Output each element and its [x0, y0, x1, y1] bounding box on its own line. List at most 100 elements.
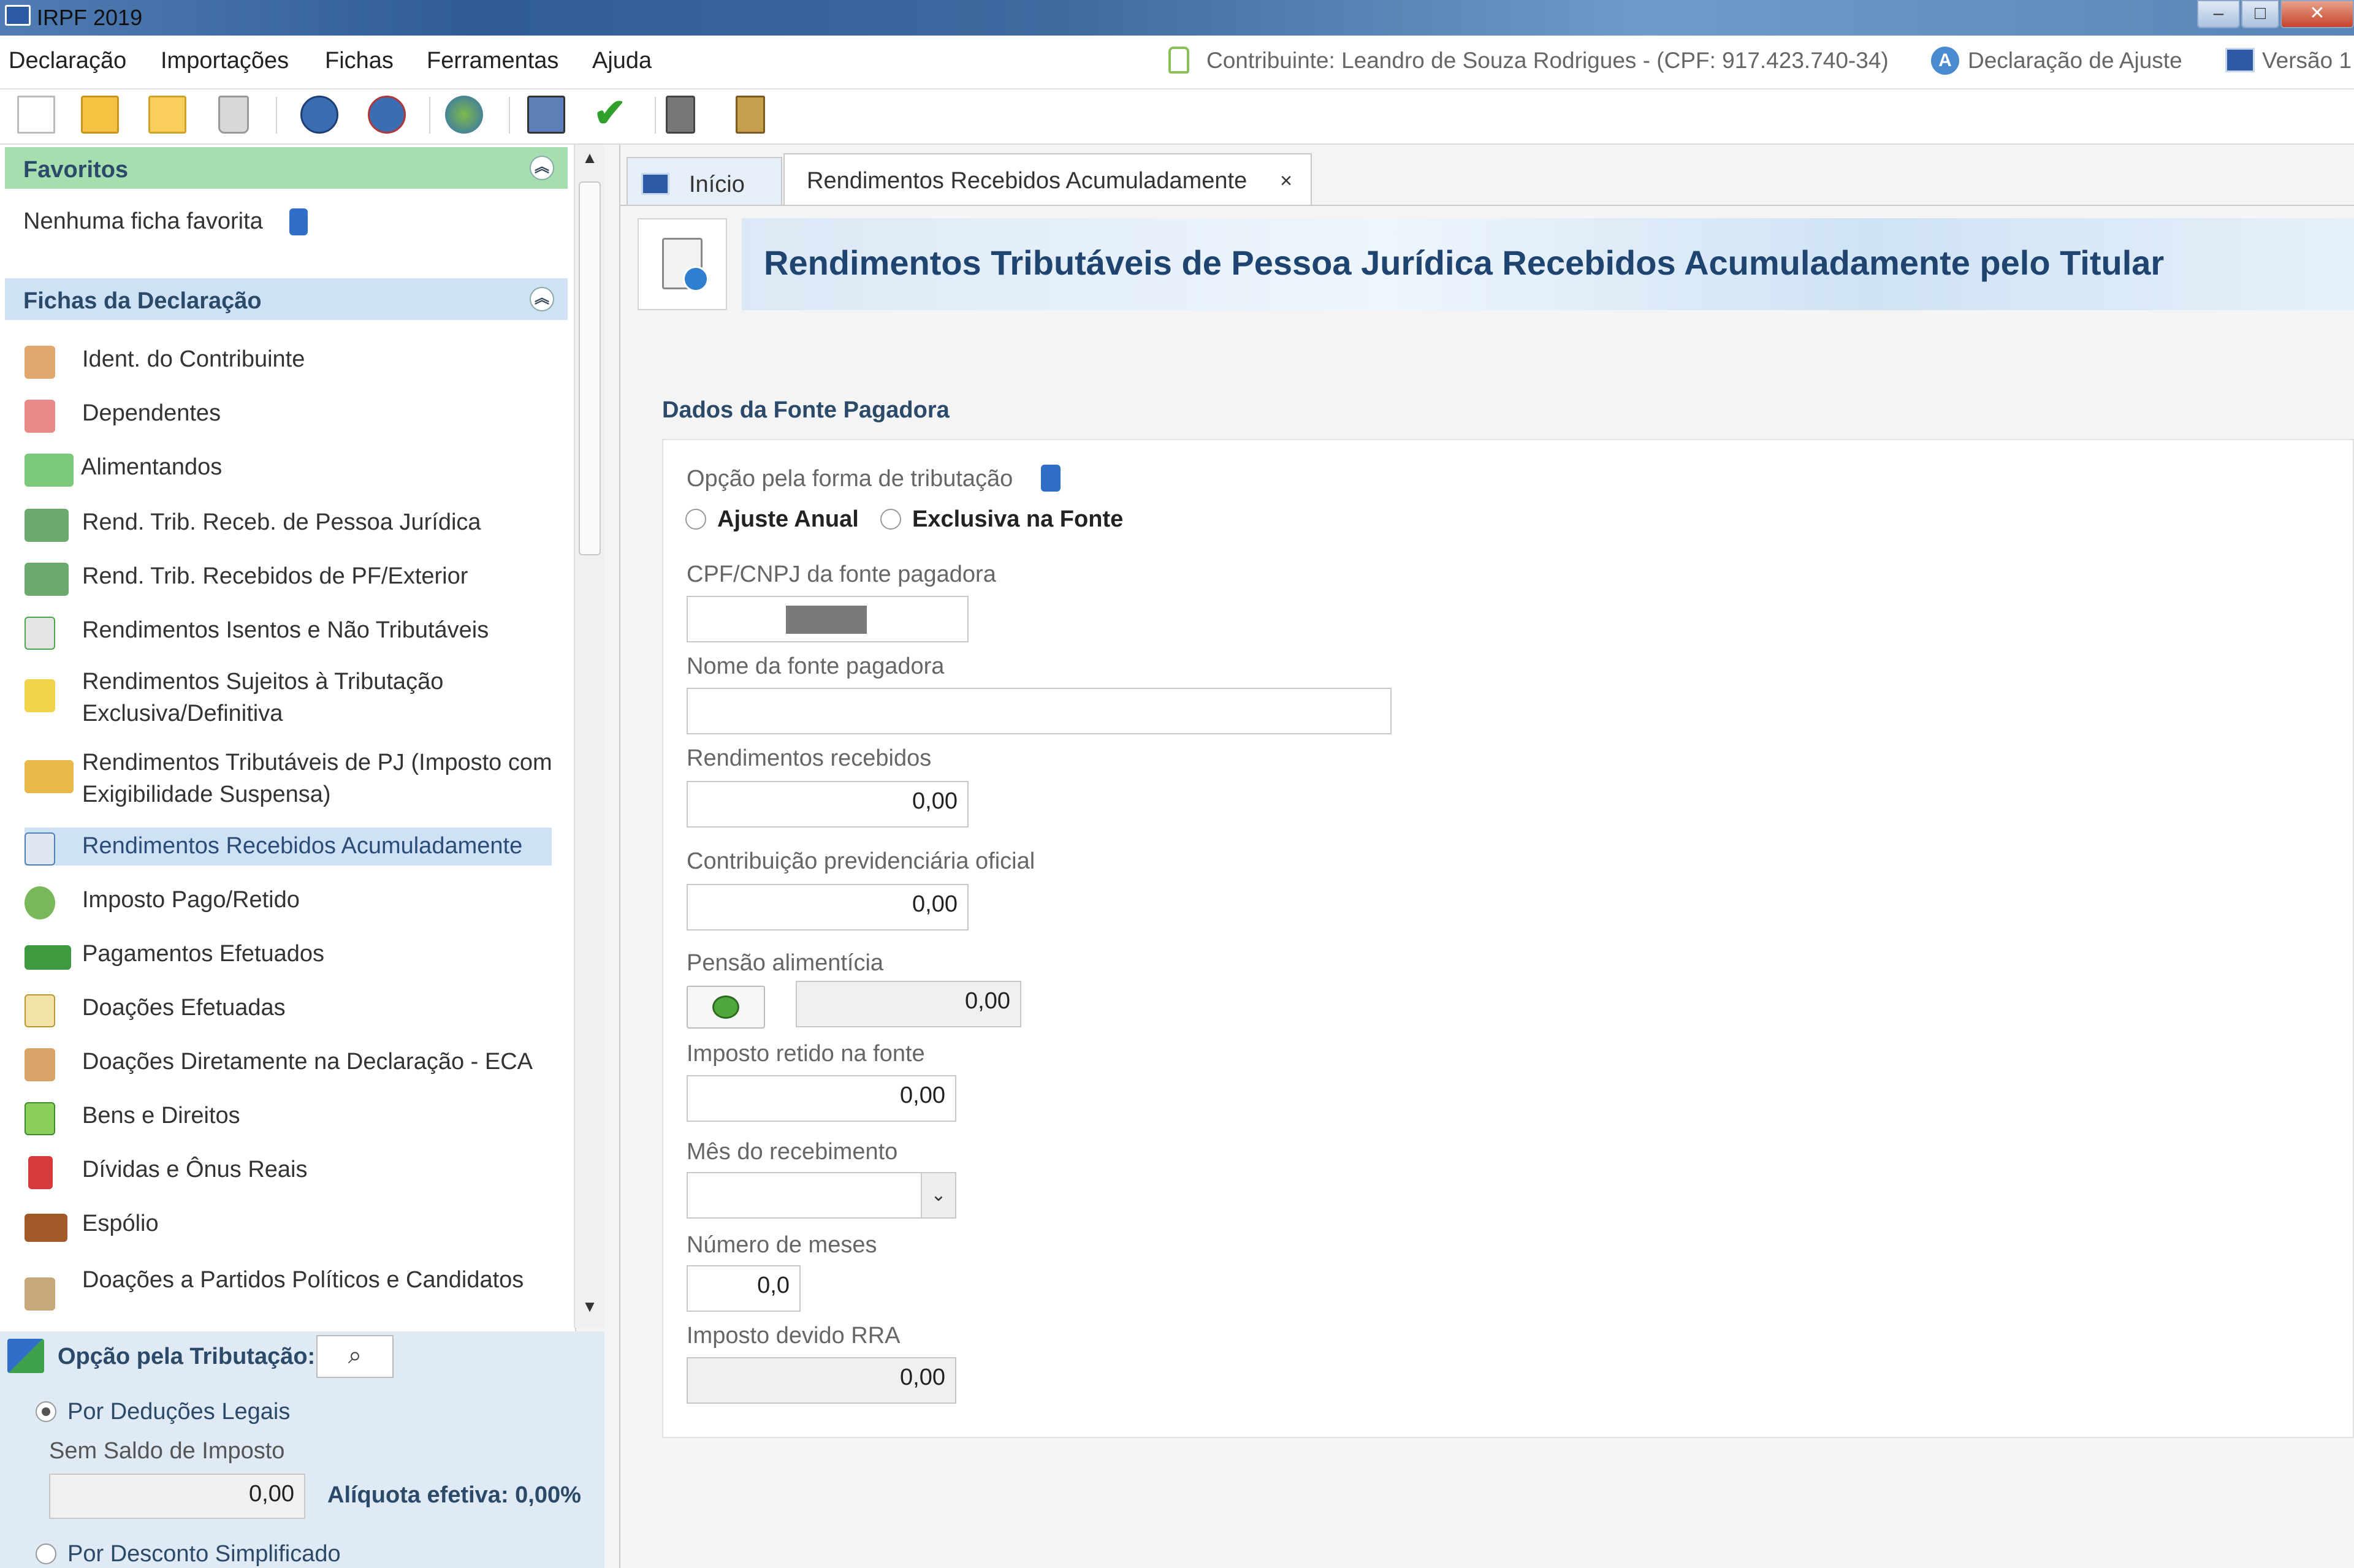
- suspended-tax-icon: [25, 760, 74, 793]
- saldo-imposto-field: 0,00: [49, 1474, 305, 1519]
- toolbar-separator: [655, 97, 656, 134]
- cpf-cnpj-field[interactable]: [687, 596, 969, 642]
- tab-rendimentos-acumuladamente[interactable]: Rendimentos Recebidos Acumuladamente ×: [783, 153, 1312, 206]
- favoritos-header[interactable]: Favoritos ︽: [5, 147, 568, 189]
- scroll-down-icon[interactable]: ▼: [579, 1297, 601, 1319]
- tributacao-title: Opção pela Tributação:: [58, 1344, 316, 1369]
- menu-declaracao[interactable]: Declaração: [9, 48, 126, 74]
- close-tab-icon[interactable]: ×: [1280, 169, 1292, 193]
- toolbar-separator: [276, 97, 277, 134]
- transmit-icon[interactable]: [300, 96, 338, 134]
- aliquota-efetiva: Alíquota efetiva: 0,00%: [327, 1482, 581, 1508]
- check-icon[interactable]: ✔: [593, 93, 631, 134]
- nav-rend-suspensa[interactable]: Rendimentos Tributáveis de PJ (Imposto c…: [25, 747, 552, 815]
- imposto-label: Imposto retido na fonte: [687, 1041, 925, 1067]
- rendimentos-label: Rendimentos recebidos: [687, 745, 932, 771]
- title-bar: IRPF 2019 – □ ✕: [0, 0, 2354, 36]
- rendimentos-field[interactable]: 0,00: [687, 781, 969, 828]
- info-icon[interactable]: [289, 208, 308, 235]
- app-icon: [5, 5, 31, 26]
- splitter[interactable]: [619, 145, 620, 1568]
- contrib-field[interactable]: 0,00: [687, 884, 969, 931]
- estate-icon: [25, 1214, 67, 1242]
- lock-icon: [1168, 47, 1189, 74]
- minimize-button[interactable]: –: [2197, 0, 2240, 28]
- sem-saldo-label: Sem Saldo de Imposto: [49, 1438, 285, 1464]
- radio-ajuste-anual[interactable]: [685, 509, 706, 530]
- person-icon: [25, 346, 55, 379]
- collapse-favoritos-icon[interactable]: ︽: [530, 156, 554, 180]
- contribuinte-info: Contribuinte: Leandro de Souza Rodrigues…: [1206, 48, 1889, 73]
- donations-icon: [25, 994, 55, 1027]
- scroll-up-icon[interactable]: ▲: [579, 148, 601, 170]
- main-area: Início Rendimentos Recebidos Acumuladame…: [619, 145, 2354, 1568]
- imposto-retido-field[interactable]: 0,00: [687, 1075, 956, 1122]
- mes-recebimento-select[interactable]: ⌄: [687, 1172, 956, 1219]
- chevron-down-icon[interactable]: ⌄: [921, 1173, 955, 1217]
- declaracao-type: Declaração de Ajuste: [1968, 48, 2182, 73]
- form-header: Rendimentos Tributáveis de Pessoa Jurídi…: [638, 218, 2354, 310]
- header-banner: Rendimentos Tributáveis de Pessoa Jurídi…: [742, 218, 2354, 310]
- pensao-label: Pensão alimentícia: [687, 950, 884, 976]
- tab-inicio-label: Início: [689, 172, 745, 197]
- eca-donations-icon: [25, 1048, 55, 1081]
- print-icon[interactable]: [527, 96, 565, 134]
- exclusiva-fonte-label: Exclusiva na Fonte: [912, 506, 1124, 532]
- maximize-button[interactable]: □: [2241, 0, 2279, 28]
- left-panel: Favoritos ︽ Nenhuma ficha favorita Ficha…: [0, 145, 604, 1568]
- favoritos-empty: Nenhuma ficha favorita: [23, 208, 263, 234]
- open-folder-icon[interactable]: [81, 96, 119, 134]
- radio-exclusiva-fonte[interactable]: [880, 509, 901, 530]
- menu-ferramentas[interactable]: Ferramentas: [427, 48, 558, 74]
- trash-icon[interactable]: [218, 96, 249, 134]
- pensao-button[interactable]: [687, 986, 765, 1029]
- refresh-badge-icon: [683, 266, 709, 292]
- radio-desconto-simplificado[interactable]: [36, 1543, 56, 1564]
- internet-icon[interactable]: [445, 96, 483, 134]
- search-icon[interactable]: ⌕: [316, 1335, 394, 1378]
- scroll-thumb[interactable]: [579, 181, 601, 555]
- new-file-icon[interactable]: [17, 96, 55, 134]
- tab-inicio[interactable]: Início: [627, 157, 782, 206]
- nav-rend-exclusiva[interactable]: Rendimentos Sujeitos à Tributação Exclus…: [25, 666, 552, 734]
- opcao-label: Opção pela forma de tributação: [687, 466, 1013, 492]
- toolbar-separator: [429, 97, 430, 134]
- menu-bar: Declaração Importações Fichas Ferramenta…: [0, 36, 2354, 89]
- folder-icon[interactable]: [148, 96, 186, 134]
- nome-fonte-field[interactable]: [687, 688, 1392, 734]
- collapse-fichas-icon[interactable]: ︽: [530, 287, 554, 311]
- calculator-icon[interactable]: [666, 96, 695, 134]
- receive-icon[interactable]: [368, 96, 406, 134]
- cpf-label: CPF/CNPJ da fonte pagadora: [687, 561, 996, 587]
- help-book-icon[interactable]: [736, 96, 765, 134]
- devido-label: Imposto devido RRA: [687, 1323, 901, 1349]
- alimentandos-icon: [25, 454, 74, 487]
- menu-fichas[interactable]: Fichas: [325, 48, 394, 74]
- section-title: Dados da Fonte Pagadora: [662, 397, 950, 423]
- fichas-header[interactable]: Fichas da Declaração ︽: [5, 278, 568, 320]
- mes-label: Mês do recebimento: [687, 1139, 898, 1165]
- menu-ajuda[interactable]: Ajuda: [592, 48, 652, 74]
- ajuste-anual-label: Ajuste Anual: [717, 506, 859, 532]
- radio-deducoes-legais[interactable]: [36, 1401, 56, 1422]
- menu-importacoes[interactable]: Importações: [161, 48, 289, 74]
- deducoes-label: Por Deduções Legais: [67, 1399, 291, 1425]
- close-window-button[interactable]: ✕: [2280, 0, 2354, 28]
- political-donations-icon: [25, 1277, 55, 1311]
- toolbar-separator: [509, 97, 510, 134]
- contrib-label: Contribuição previdenciária oficial: [687, 848, 1035, 874]
- payments-icon: [25, 945, 71, 970]
- tributacao-panel: Opção pela Tributação: ⌕ Por Deduções Le…: [0, 1331, 604, 1568]
- numero-meses-field[interactable]: 0,0: [687, 1265, 801, 1312]
- debts-icon: [28, 1156, 53, 1189]
- declaration-type-icon: A: [1931, 47, 1959, 75]
- pensao-field: 0,00: [796, 981, 1021, 1027]
- home-icon: [641, 173, 669, 195]
- left-scrollbar[interactable]: ▲ ▼: [574, 145, 604, 1328]
- info-icon[interactable]: [1041, 465, 1061, 492]
- window-title: IRPF 2019: [37, 5, 143, 30]
- assets-icon: [25, 1102, 55, 1135]
- tab-underline: [619, 205, 2354, 206]
- version-icon: [2225, 48, 2255, 72]
- nav-doacoes-partidos[interactable]: Doações a Partidos Políticos e Candidato…: [25, 1264, 552, 1333]
